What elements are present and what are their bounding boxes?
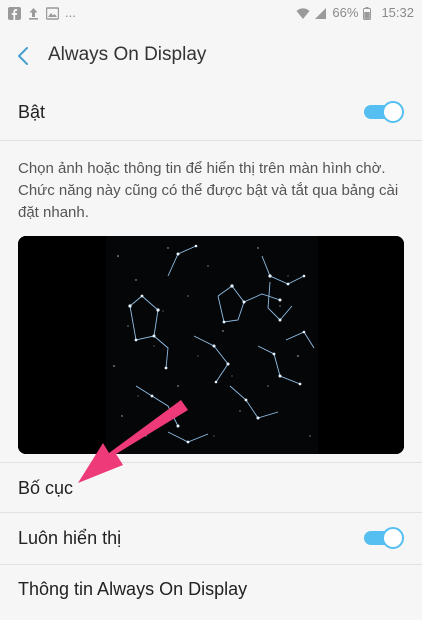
app-bar: Always On Display [0,28,422,85]
constellation-image [18,236,404,454]
master-switch-row[interactable]: Bật [0,84,422,141]
clock: 15:32 [381,5,414,20]
image-icon [45,6,60,20]
layout-setting[interactable]: Bố cục [0,462,422,513]
always-show-toggle[interactable] [364,527,404,549]
battery-percent: 66% [332,5,359,20]
master-switch-label: Bật [18,102,46,122]
toggle-thumb [382,101,404,123]
wifi-icon [296,7,310,20]
constellation-preview[interactable] [18,236,404,454]
upload-icon [27,7,40,20]
signal-icon [314,7,327,20]
chevron-left-icon [18,47,28,65]
aod-info-label: Thông tin Always On Display [18,579,248,599]
status-bar: ... 66% 15:32 [0,0,422,28]
facebook-icon [8,6,21,20]
toggle-thumb [382,527,404,549]
layout-label: Bố cục [18,478,74,498]
status-bar-system: 66% 15:32 [296,6,414,20]
always-show-setting[interactable]: Luôn hiển thị [0,512,422,563]
battery-icon [363,6,376,20]
master-toggle[interactable] [364,101,404,123]
aod-info-setting[interactable]: Thông tin Always On Display [0,564,422,615]
always-show-label: Luôn hiển thị [18,528,122,548]
status-bar-notifications: ... [8,6,76,20]
page-title: Always On Display [48,44,207,65]
feature-description: Chọn ảnh hoặc thông tin để hiển thị trên… [18,160,399,221]
status-more: ... [65,5,76,20]
back-button[interactable] [10,42,38,70]
